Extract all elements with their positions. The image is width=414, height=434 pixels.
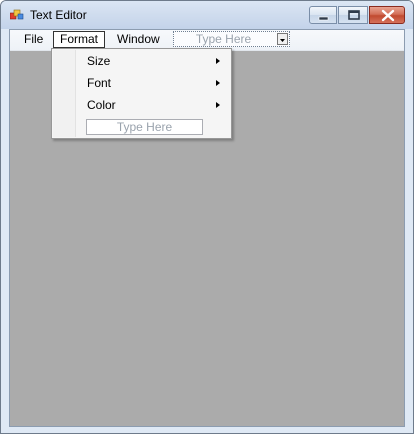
combobox-dropdown-button[interactable]	[277, 33, 288, 45]
submenu-arrow-icon	[216, 58, 220, 64]
maximize-icon	[348, 10, 360, 20]
menu-window[interactable]: Window	[111, 31, 166, 47]
menu-item-color-label: Color	[87, 98, 116, 112]
submenu-arrow-icon	[216, 80, 220, 86]
title-bar[interactable]: Text Editor	[1, 1, 413, 29]
close-button[interactable]	[369, 6, 405, 24]
minimize-icon	[318, 16, 329, 21]
menu-icon-gutter	[53, 50, 76, 137]
combobox-placeholder: Type Here	[195, 32, 252, 46]
submenu-arrow-icon	[216, 102, 220, 108]
format-menu-textbox[interactable]: Type Here	[86, 119, 203, 135]
menu-format[interactable]: Format	[53, 31, 106, 48]
menu-item-font[interactable]: Font	[76, 72, 230, 94]
menu-item-size-label: Size	[87, 54, 111, 68]
menu-item-color[interactable]: Color	[76, 94, 230, 116]
app-window: Text Editor File Format Window Type Here	[0, 0, 414, 434]
close-icon	[381, 9, 395, 22]
minimize-button[interactable]	[309, 6, 337, 24]
menu-item-size[interactable]: Size	[76, 50, 230, 72]
maximize-button[interactable]	[338, 6, 368, 24]
window-title: Text Editor	[30, 8, 87, 22]
format-dropdown-menu: Size Font Color Type Here	[51, 48, 232, 139]
app-icon	[10, 9, 24, 20]
dropdown-arrow-icon	[280, 39, 285, 42]
menu-item-font-label: Font	[87, 76, 112, 90]
toolstrip-combobox[interactable]: Type Here	[173, 31, 290, 47]
menu-file[interactable]: File	[18, 31, 49, 47]
